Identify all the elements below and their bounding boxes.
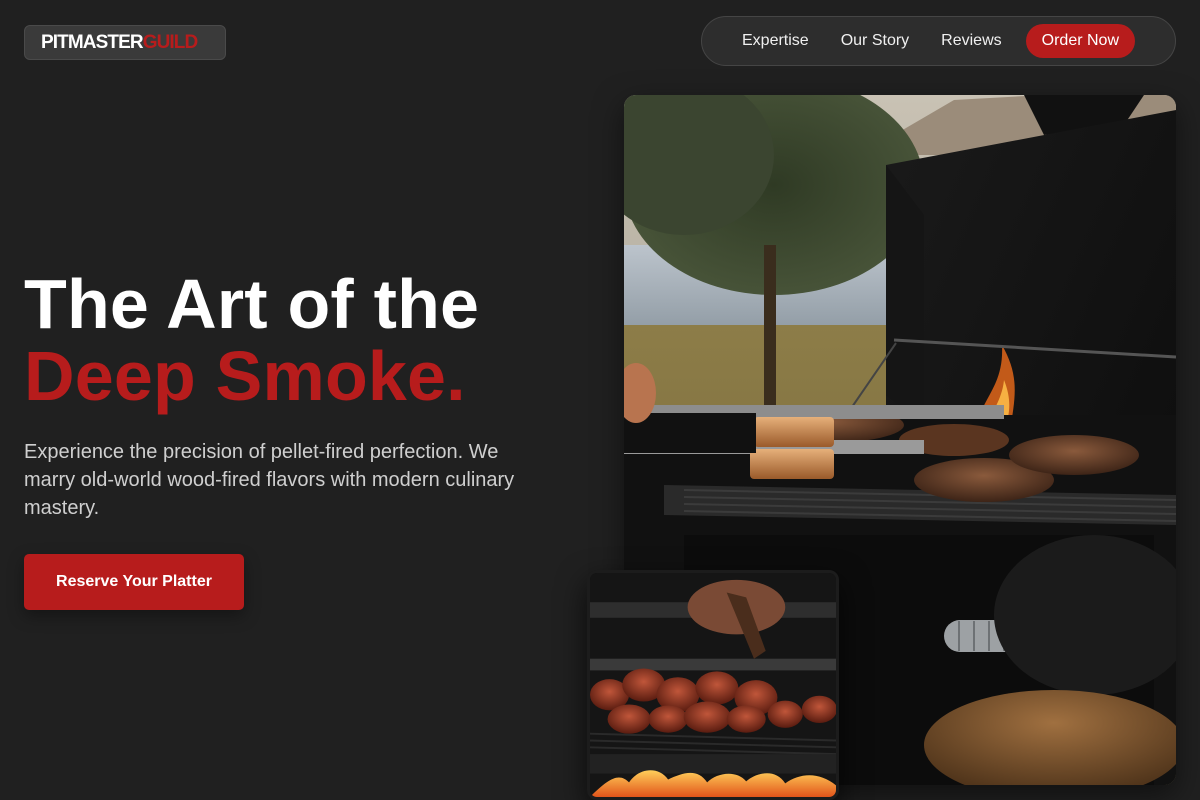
hero-description: Experience the precision of pellet-fired…: [24, 441, 515, 519]
nav-link-reviews[interactable]: Reviews: [925, 24, 1017, 58]
hero-title-line2: Deep Smoke.: [24, 337, 466, 415]
brand-logo-part1: PITMASTER: [41, 31, 144, 53]
inset-skewers-image: [587, 570, 839, 800]
hero-title: The Art of the Deep Smoke.: [24, 268, 479, 412]
top-nav: Expertise Our Story Reviews Order Now: [701, 16, 1176, 66]
skewers-illustration: [590, 573, 836, 797]
nav-link-expertise[interactable]: Expertise: [726, 24, 825, 58]
hero-title-line1: The Art of the: [24, 265, 480, 343]
reserve-platter-button[interactable]: Reserve Your Platter: [24, 554, 244, 610]
nav-link-our-story[interactable]: Our Story: [825, 24, 925, 58]
brand-logo-part2: GUILD: [142, 31, 199, 53]
order-now-button[interactable]: Order Now: [1025, 24, 1135, 58]
brand-logo[interactable]: PITMASTER GUILD: [24, 25, 226, 60]
